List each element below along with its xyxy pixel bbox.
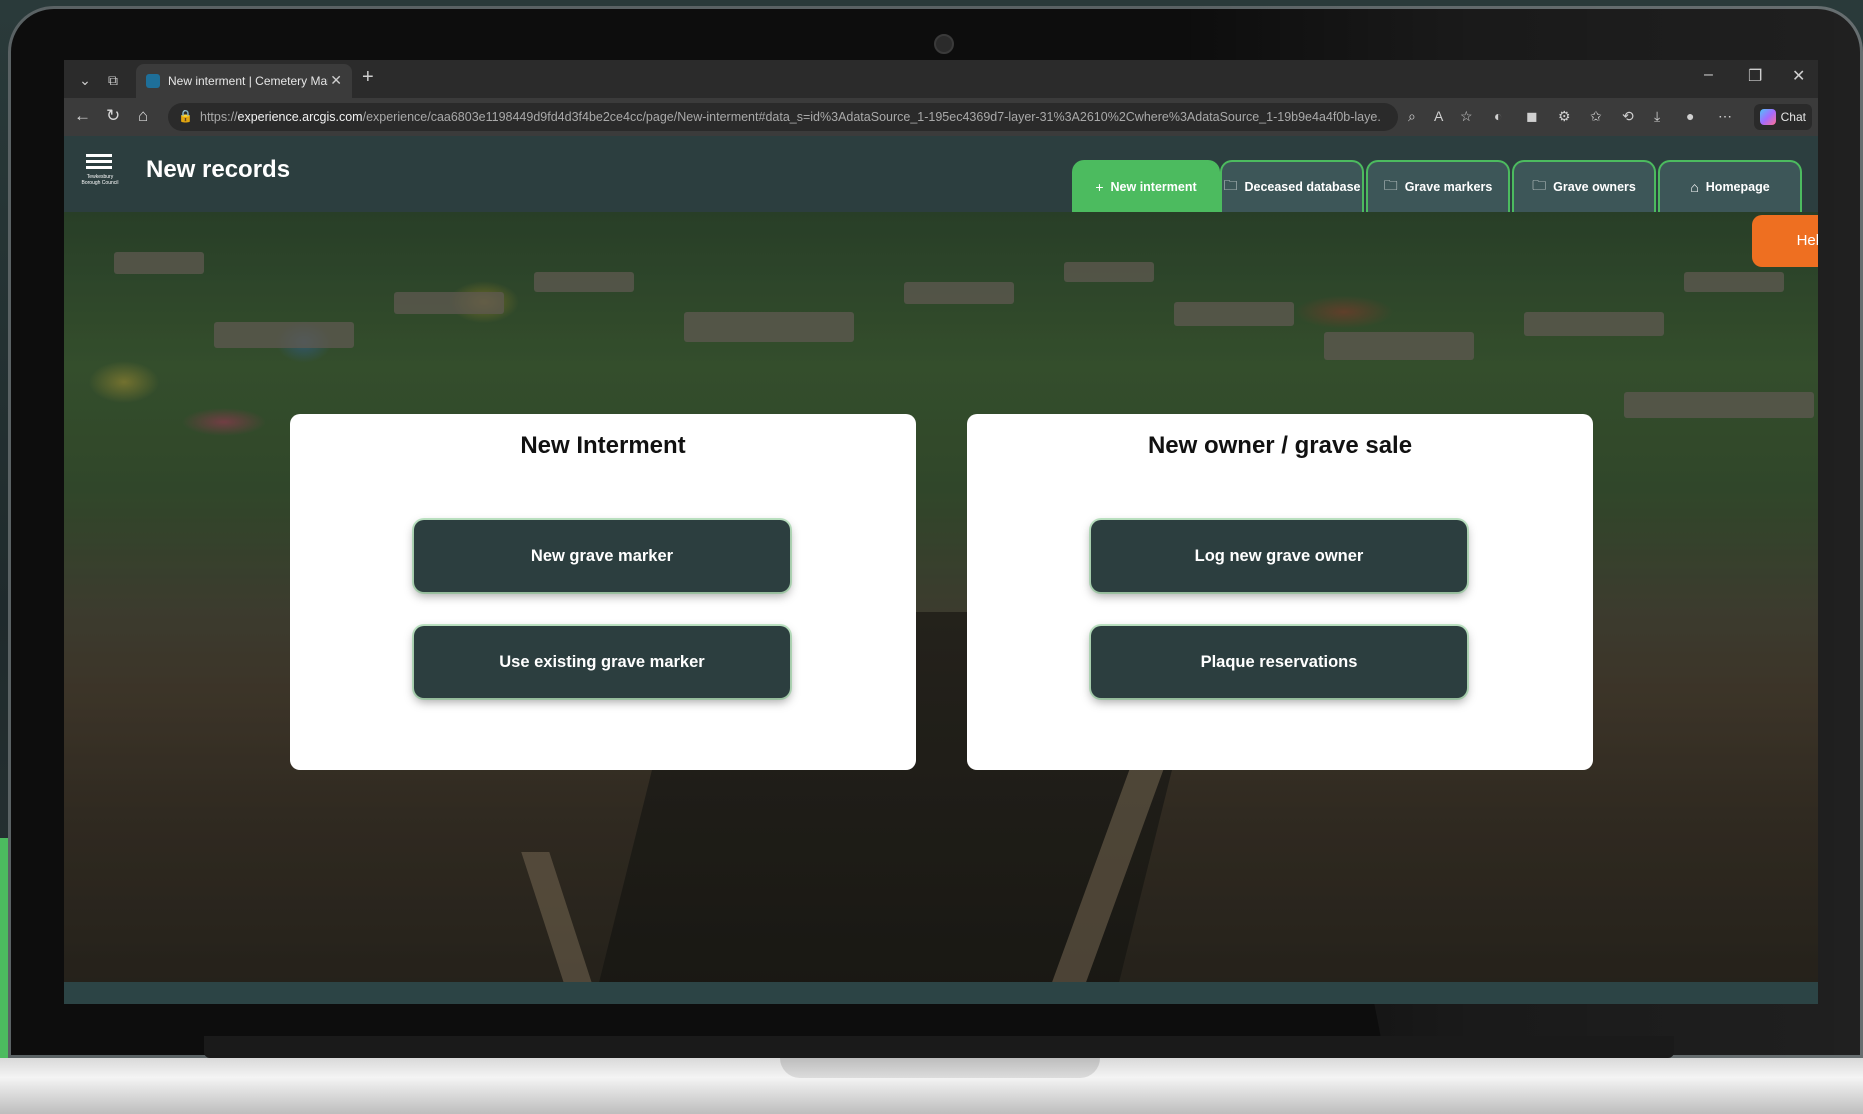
laptop-bezel <box>204 1036 1674 1058</box>
restore-icon[interactable]: ❐ <box>1748 66 1762 86</box>
browser-tabbar: ⌄ ⧉ New interment | Cemetery Manag ✕ + –… <box>64 60 1818 98</box>
back-arrow-icon[interactable]: ← <box>74 106 91 126</box>
tab-label: Homepage <box>1705 180 1770 194</box>
tab-actions-chevron-icon[interactable]: ⌄ <box>72 68 98 92</box>
tab-new-interment[interactable]: + New interment <box>1072 160 1220 212</box>
chat-label: Chat <box>1780 110 1806 124</box>
workspaces-icon[interactable]: ⧉ <box>100 68 126 92</box>
plaque-reservations-button[interactable]: Plaque reservations <box>1091 626 1467 698</box>
webcam <box>934 34 954 54</box>
card-title: New Interment <box>520 432 686 459</box>
card-title: New owner / grave sale <box>1147 432 1413 459</box>
new-interment-card: New Interment New grave marker Use exist… <box>290 414 916 770</box>
home-icon: ⌂ <box>1690 179 1699 195</box>
tab-grave-markers[interactable]: 🗀 Grave markers <box>1366 160 1510 212</box>
folder-icon: 🗀 <box>1223 177 1238 193</box>
tab-label: Deceased database <box>1244 180 1361 194</box>
window-close-icon[interactable]: ✕ <box>1792 66 1805 86</box>
lock-icon: 🔒 <box>178 109 193 123</box>
favorite-star-icon[interactable]: ☆ <box>1460 108 1473 125</box>
extension-icon[interactable]: ◐ <box>1494 108 1502 124</box>
help-button[interactable]: Help <box>1752 215 1818 267</box>
zoom-icon[interactable]: ⌕ <box>1408 108 1416 125</box>
log-new-grave-owner-button[interactable]: Log new grave owner <box>1091 520 1467 592</box>
url-text: https://experience.arcgis.com/experience… <box>200 110 1380 124</box>
browser-addressbar: ← ↻ ⌂ 🔒 https://experience.arcgis.com/ex… <box>64 98 1818 136</box>
history-icon[interactable]: ⟲ <box>1622 108 1634 125</box>
use-existing-grave-marker-button[interactable]: Use existing grave marker <box>414 626 790 698</box>
council-logo: Tewkesbury Borough Council <box>80 148 120 188</box>
copilot-chat-button[interactable]: Chat <box>1754 104 1812 130</box>
tab-deceased-database[interactable]: 🗀 Deceased database <box>1220 160 1364 212</box>
new-grave-marker-button[interactable]: New grave marker <box>414 520 790 592</box>
tab-label: Grave owners <box>1553 180 1636 194</box>
reload-icon[interactable]: ↻ <box>106 106 120 126</box>
downloads-icon[interactable]: ⤓ <box>1654 108 1660 125</box>
new-owner-grave-sale-card: New owner / grave sale Log new grave own… <box>967 414 1593 770</box>
page-title: New records <box>146 156 291 183</box>
tab-close-icon[interactable]: ✕ <box>330 72 342 89</box>
home-icon[interactable]: ⌂ <box>138 106 148 126</box>
tab-label: New interment <box>1110 180 1197 194</box>
folder-icon: 🗀 <box>1383 177 1398 193</box>
tab-grave-owners[interactable]: 🗀 Grave owners <box>1512 160 1656 212</box>
favorites-icon[interactable]: ✩ <box>1590 108 1602 125</box>
laptop-screen: ⌄ ⧉ New interment | Cemetery Manag ✕ + –… <box>64 60 1818 1004</box>
more-menu-icon[interactable]: ⋯ <box>1718 108 1732 125</box>
tab-title: New interment | Cemetery Manag <box>168 74 328 88</box>
tab-homepage[interactable]: ⌂ Homepage <box>1658 160 1802 212</box>
profile-avatar-icon[interactable]: ● <box>1686 108 1694 124</box>
extension-2-icon[interactable]: ◼ <box>1526 108 1538 125</box>
app-footer-bar <box>64 982 1818 1004</box>
tab-label: Grave markers <box>1404 180 1493 194</box>
extensions-puzzle-icon[interactable]: ⚙ <box>1558 108 1571 125</box>
copilot-icon <box>1760 109 1776 125</box>
folder-icon: 🗀 <box>1532 177 1547 193</box>
read-aloud-icon[interactable]: A <box>1434 108 1443 124</box>
browser-tab[interactable]: New interment | Cemetery Manag ✕ <box>136 64 352 98</box>
tab-favicon-icon <box>146 74 160 88</box>
new-tab-plus-icon[interactable]: + <box>362 66 374 89</box>
app-header: Tewkesbury Borough Council New records +… <box>64 136 1818 212</box>
laptop-notch <box>780 1058 1100 1078</box>
plus-icon: + <box>1095 179 1104 195</box>
url-field[interactable]: 🔒 https://experience.arcgis.com/experien… <box>168 103 1398 131</box>
minimize-icon[interactable]: – <box>1704 66 1713 84</box>
